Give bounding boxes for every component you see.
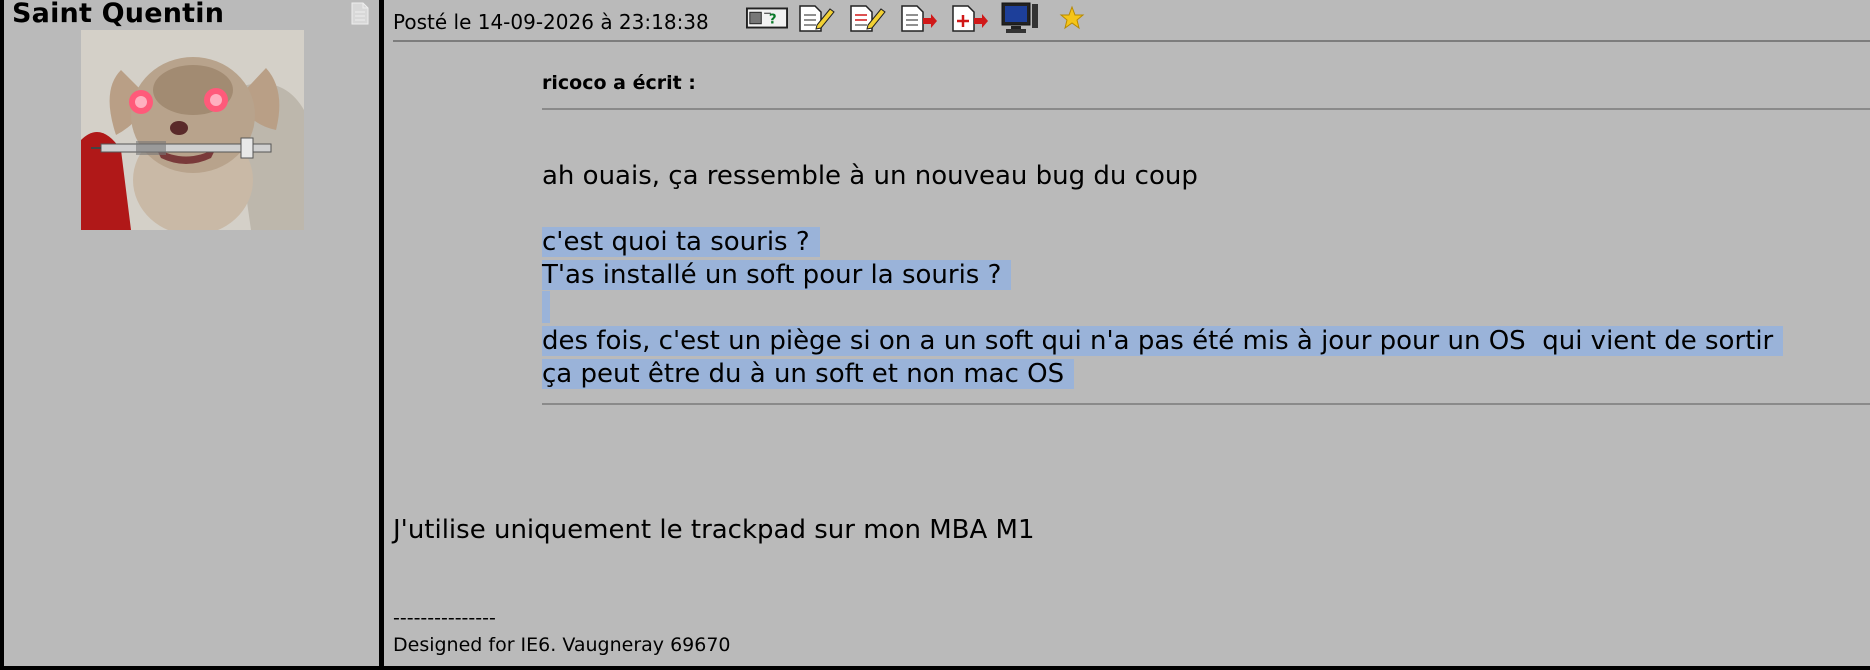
quote-divider-top (542, 108, 1870, 110)
post-header: Posté le 14-09-2026 à 23:18:38 ? (393, 0, 1870, 42)
reply-text: J'utilise uniquement le trackpad sur mon… (393, 515, 1035, 545)
quote-author-label: ricoco a écrit : (542, 72, 696, 94)
dog-avatar-image (81, 30, 304, 230)
post-date: Posté le 14-09-2026 à 23:18:38 (393, 10, 709, 34)
signature-separator: --------------- (393, 607, 496, 629)
svg-text:?: ? (769, 13, 777, 28)
star-icon[interactable] (1051, 1, 1093, 35)
quote-line: des fois, c'est un piège si on a un soft… (542, 326, 1784, 356)
selection-highlight (542, 291, 550, 323)
author-sidebar: Saint Quentin (4, 0, 384, 666)
edit-multi-icon[interactable] (846, 1, 888, 35)
post-content: Posté le 14-09-2026 à 23:18:38 ? ricoco … (385, 0, 1870, 666)
quote-line: ah ouais, ça ressemble à un nouveau bug … (542, 161, 1198, 191)
author-name[interactable]: Saint Quentin (12, 0, 224, 29)
edit-icon[interactable] (795, 1, 837, 35)
monitor-icon[interactable] (999, 1, 1041, 35)
profile-card-icon[interactable]: ? (746, 1, 788, 35)
quote-line: c'est quoi ta souris ? (542, 227, 820, 257)
signature-text: Designed for IE6. Vaugneray 69670 (393, 634, 731, 656)
quote-line: ça peut être du à un soft et non mac OS (542, 359, 1075, 389)
profile-page-icon[interactable] (346, 0, 372, 26)
quote-add-icon[interactable] (948, 1, 990, 35)
quote-divider-bottom (542, 403, 1870, 405)
quote-icon[interactable] (897, 1, 939, 35)
quote-line: T'as installé un soft pour la souris ? (542, 260, 1012, 290)
